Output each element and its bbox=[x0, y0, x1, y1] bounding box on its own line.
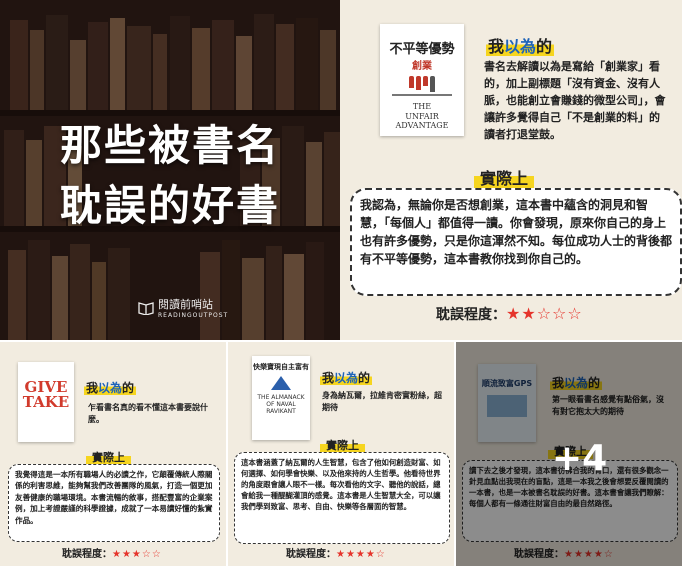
actual-label: 實際上 bbox=[474, 165, 535, 189]
actual-label: 實際上 bbox=[320, 437, 365, 453]
rating-label: 耽誤程度： bbox=[286, 549, 336, 560]
rating-stars: ★★★☆☆ bbox=[112, 549, 162, 560]
heading-blue: 以為 bbox=[98, 381, 123, 395]
book-logo-icon bbox=[138, 301, 154, 315]
book-cover-naval: 快樂寶現自主富有 THE ALMANACK OF NAVAL RAVIKANT bbox=[252, 356, 310, 440]
actual-text-box: 我覺得這是一本所有職場人的必讀之作，它顛覆傳統人際關係的利害思維，能夠幫我們改善… bbox=[8, 464, 220, 542]
rating-label: 耽誤程度： bbox=[62, 549, 112, 560]
hero-tile[interactable]: 那些被書名 耽誤的好書 閱讀前哨站 READINGOUTPOST bbox=[0, 0, 340, 340]
cover-subtitle: 創業 bbox=[412, 61, 432, 72]
rating-label: 耽誤程度： bbox=[436, 307, 506, 323]
cover-en-line3: ADVANTAGE bbox=[395, 121, 449, 131]
main-review-tile[interactable]: 不平等優勢 創業 THE UNFAIR ADVANTAGE 我以為的 書名去解讀… bbox=[340, 0, 682, 340]
heading-post: 的 bbox=[122, 381, 135, 395]
chess-pieces-icon bbox=[380, 76, 464, 92]
card-give-take[interactable]: GIVE TAKE 我以為的 乍看書名真的看不懂這本書要說什麼。 實際上 我覺得… bbox=[0, 342, 226, 566]
heading-post: 的 bbox=[358, 371, 371, 385]
heading-i-thought: 我以為的 bbox=[320, 369, 373, 386]
brand-sub: READINGOUTPOST bbox=[158, 312, 229, 319]
heading-pre: 我 bbox=[322, 371, 335, 385]
heading-blue: 以為 bbox=[504, 37, 537, 56]
rating-row: 耽誤程度：★★★☆☆ bbox=[62, 545, 162, 560]
cover-en: THE ALMANACK OF NAVAL RAVIKANT bbox=[257, 394, 305, 416]
rating-stars: ★★☆☆☆ bbox=[506, 304, 583, 323]
card-naval[interactable]: 快樂寶現自主富有 THE ALMANACK OF NAVAL RAVIKANT … bbox=[228, 342, 454, 566]
cover-en-line1: THE bbox=[412, 102, 432, 111]
book-cover-unfair-advantage: 不平等優勢 創業 THE UNFAIR ADVANTAGE bbox=[380, 24, 464, 136]
intro-text: 身為納瓦爾，拉維肯密實粉絲，超期待 bbox=[322, 391, 442, 413]
intro-text: 乍看書名真的看不懂這本書要說什麼。 bbox=[88, 403, 208, 425]
rating-row: 耽誤程度：★★☆☆☆ bbox=[436, 304, 583, 324]
heading-blue: 以為 bbox=[334, 371, 359, 385]
book-cover-give-take: GIVE TAKE bbox=[18, 362, 74, 442]
cover-title: 快樂寶現自主富有 bbox=[253, 363, 309, 371]
rating-row: 耽誤程度：★★★★☆ bbox=[286, 545, 386, 560]
rating-stars: ★★★★☆ bbox=[336, 549, 386, 560]
arrow-up-icon bbox=[271, 376, 291, 390]
actual-text-box: 這本書涵蓋了納瓦爾的人生智慧，包含了他如何創造財富、如何選擇、如何學會快樂、以及… bbox=[234, 452, 450, 544]
cover-en-line2: UNFAIR bbox=[405, 111, 439, 121]
actual-label: 實際上 bbox=[86, 449, 131, 465]
actual-text-box: 我認為，無論你是否想創業，這本書中蘊含的洞見和智慧，「每個人」都值得一讀。你會發… bbox=[350, 188, 682, 296]
heading-pre: 我 bbox=[488, 37, 505, 56]
cover-text: GIVE TAKE bbox=[22, 378, 70, 411]
heading-pre: 我 bbox=[86, 381, 99, 395]
heading-i-thought: 我以為的 bbox=[84, 379, 137, 396]
brand-logo: 閱讀前哨站 READINGOUTPOST bbox=[138, 296, 228, 319]
intro-text: 書名去解讀以為是寫給「創業家」看的，加上副標題「沒有資金、沒有人脈，也能創立會賺… bbox=[484, 60, 666, 142]
cover-title: 不平等優勢 bbox=[389, 42, 455, 57]
heading-i-thought: 我以為的 bbox=[486, 33, 555, 57]
hero-title-line2: 耽誤的好書 bbox=[59, 181, 280, 230]
hero-title-line1: 那些被書名 bbox=[59, 121, 280, 170]
heading-post: 的 bbox=[536, 37, 553, 56]
brand-name: 閱讀前哨站 bbox=[158, 298, 213, 311]
more-images-count[interactable]: +4 bbox=[552, 438, 607, 479]
